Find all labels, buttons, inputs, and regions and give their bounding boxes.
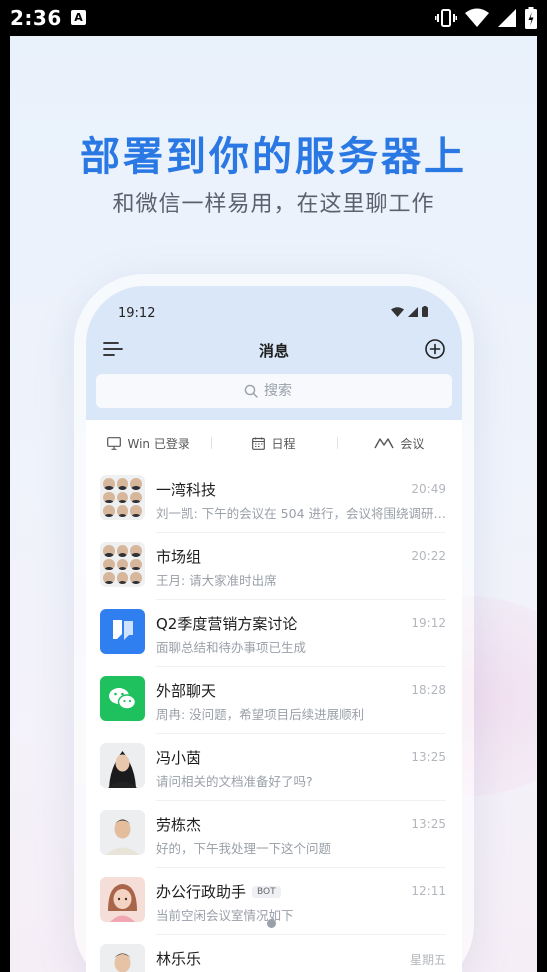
conversation-time: 13:25 xyxy=(411,750,446,764)
conversation-name: Q2季度营销方案讨论 xyxy=(156,613,297,634)
wechat-icon xyxy=(109,688,137,710)
conversation-name-text: 劳栋杰 xyxy=(156,816,202,834)
conversation-preview: 面聊总结和待办事项已生成 xyxy=(156,640,307,655)
group-avatar xyxy=(100,542,145,587)
bot-character-icon xyxy=(108,884,137,922)
search-icon xyxy=(244,384,258,398)
search-input[interactable] xyxy=(264,383,304,399)
person-avatar xyxy=(100,743,145,788)
person-avatar xyxy=(100,810,145,855)
wechat-avatar xyxy=(100,676,145,721)
conversation-name: 办公行政助手 BOT xyxy=(156,881,281,902)
conversation-name-text: 冯小茵 xyxy=(156,749,202,767)
conversation-name-text: 林乐乐 xyxy=(156,950,202,968)
conversation-name: 冯小茵 xyxy=(156,747,201,768)
quick-item-label: 日程 xyxy=(271,436,296,451)
battery-icon xyxy=(422,306,428,317)
conversation-name-text: 外部聊天 xyxy=(156,682,217,700)
system-time: 2:36 xyxy=(10,6,62,30)
quick-item-label: Win 已登录 xyxy=(127,436,190,451)
meeting-app-avatar xyxy=(100,609,145,654)
conversation-row[interactable]: 林乐乐 星期五 好 xyxy=(86,935,462,972)
conversation-row[interactable]: 冯小茵 13:25 请问相关的文档准备好了吗? xyxy=(86,734,462,801)
conversation-time: 18:28 xyxy=(411,683,446,697)
wifi-icon xyxy=(465,8,489,27)
conversation-name-text: 办公行政助手 xyxy=(156,883,247,901)
conversation-name: 市场组 xyxy=(156,546,201,567)
group-avatar xyxy=(100,475,145,520)
promo-headline: 部署到你的服务器上 xyxy=(80,134,467,180)
conversation-time: 20:49 xyxy=(411,482,446,496)
signal-icon xyxy=(498,9,516,27)
conversation-time: 12:11 xyxy=(411,884,446,898)
page-indicator-dot xyxy=(267,919,276,928)
conversation-list: 一湾科技 20:49 刘一凯: 下午的会议在 504 进行，会议将围绕调研结果展… xyxy=(86,466,462,972)
meeting-icon xyxy=(374,438,394,449)
conversation-name: 林乐乐 xyxy=(156,948,201,969)
quick-item-meeting[interactable]: 会议 xyxy=(336,435,462,452)
conversation-name: 一湾科技 xyxy=(156,479,216,500)
bot-avatar xyxy=(100,877,145,922)
conversation-row[interactable]: 劳栋杰 13:25 好的，下午我处理一下这个问题 xyxy=(86,801,462,868)
quick-item-desktop-login[interactable]: Win 已登录 xyxy=(86,435,211,452)
conversation-row[interactable]: Q2季度营销方案讨论 19:12 面聊总结和待办事项已生成 xyxy=(86,600,462,667)
person-avatar xyxy=(100,944,145,972)
conversation-time: 13:25 xyxy=(411,817,446,831)
notification-badge-icon: A xyxy=(71,10,86,25)
person-photo xyxy=(108,751,137,788)
conversation-row[interactable]: 外部聊天 18:28 周冉: 没问题，希望项目后续进展顺利 xyxy=(86,667,462,734)
phone-screen: 19:12 消息 Win 已登录 xyxy=(86,286,462,972)
app-screen: 部署到你的服务器上 和微信一样易用，在这里聊工作 19:12 消息 搜索 Win… xyxy=(10,36,537,972)
phone-time: 19:12 xyxy=(118,306,156,321)
promo-subline: 和微信一样易用，在这里聊工作 xyxy=(112,192,435,217)
person-photo xyxy=(106,819,139,855)
quick-item-schedule[interactable]: 日程 xyxy=(211,435,336,452)
quick-bar: Win 已登录 日程 会议 xyxy=(86,420,462,466)
phone-mockup: 19:12 消息 Win 已登录 xyxy=(74,274,474,972)
bot-badge: BOT xyxy=(252,885,281,898)
battery-icon xyxy=(525,7,537,29)
add-icon[interactable] xyxy=(424,338,446,360)
quick-item-label: 会议 xyxy=(400,436,425,451)
conversation-name: 外部聊天 xyxy=(156,680,216,701)
conversation-name-text: Q2季度营销方案讨论 xyxy=(156,615,298,633)
app-header: 19:12 消息 xyxy=(86,286,462,420)
system-status-bar: 2:36 A xyxy=(0,0,547,36)
system-icons xyxy=(435,6,537,30)
conversation-preview: 周冉: 没问题，希望项目后续进展顺利 xyxy=(156,707,365,722)
conversation-name-text: 一湾科技 xyxy=(156,481,217,499)
conversation-name-text: 市场组 xyxy=(156,548,202,566)
conversation-preview: 刘一凯: 下午的会议在 504 进行，会议将围绕调研结果展开讨论 xyxy=(156,506,448,521)
meeting-app-icon xyxy=(113,620,133,640)
monitor-icon xyxy=(107,436,122,450)
calendar-icon xyxy=(252,437,266,450)
conversation-preview: 请问相关的文档准备好了吗? xyxy=(156,774,313,789)
vibrate-icon xyxy=(435,9,457,27)
conversation-time: 19:12 xyxy=(411,616,446,630)
person-photo xyxy=(114,953,131,972)
wifi-icon xyxy=(391,306,404,317)
conversation-time: 20:22 xyxy=(411,549,446,563)
conversation-preview: 王月: 请大家准时出席 xyxy=(156,573,277,588)
conversation-name: 劳栋杰 xyxy=(156,814,201,835)
search-bar[interactable] xyxy=(96,374,452,408)
conversation-row[interactable]: 市场组 20:22 王月: 请大家准时出席 xyxy=(86,533,462,600)
page-title: 消息 xyxy=(258,342,289,360)
phone-status-icons xyxy=(391,306,428,317)
conversation-preview: 当前空闲会议室情况如下 xyxy=(156,908,294,923)
conversation-row[interactable]: 一湾科技 20:49 刘一凯: 下午的会议在 504 进行，会议将围绕调研结果展… xyxy=(86,466,462,533)
signal-icon xyxy=(408,306,418,317)
conversation-preview: 好的，下午我处理一下这个问题 xyxy=(156,841,332,856)
conversation-time: 星期五 xyxy=(409,953,446,967)
